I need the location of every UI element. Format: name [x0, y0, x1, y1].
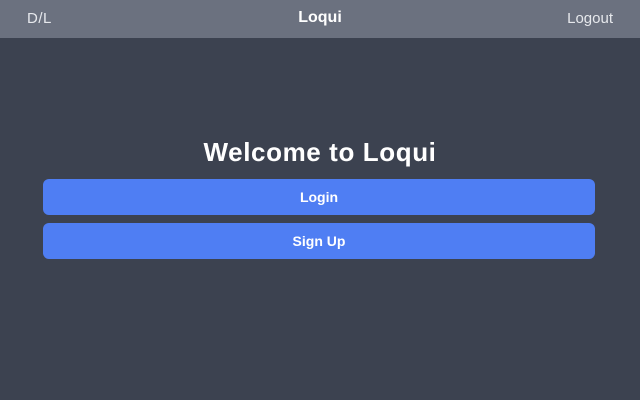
logout-link[interactable]: Logout	[567, 10, 613, 27]
app-title: Loqui	[298, 9, 342, 26]
welcome-heading: Welcome to Loqui	[203, 137, 437, 167]
top-navigation-bar: D/L Loqui Logout	[0, 0, 640, 38]
login-button[interactable]: Login	[43, 179, 595, 215]
main-content: Welcome to Loqui Login Sign Up	[0, 38, 640, 400]
sign-up-button[interactable]: Sign Up	[43, 223, 595, 259]
